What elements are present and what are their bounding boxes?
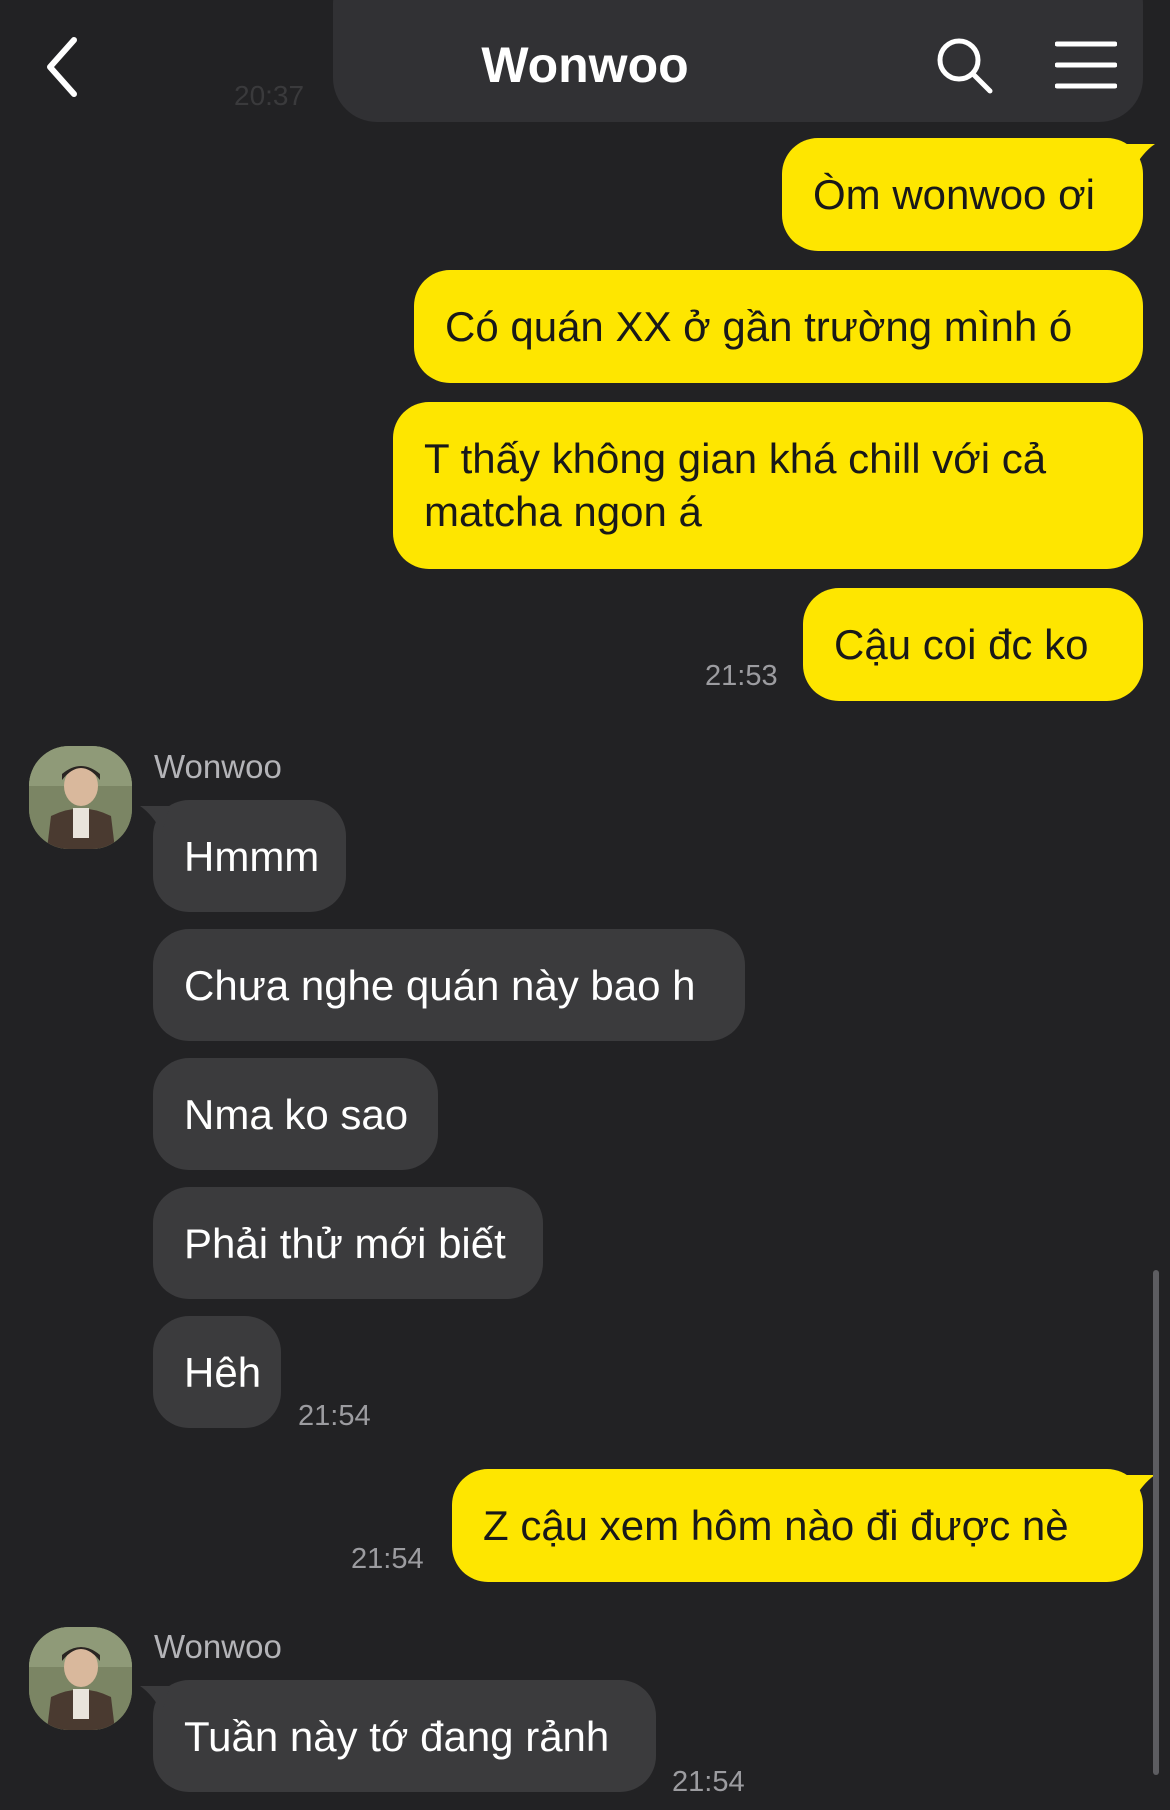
incoming-message[interactable]: Phải thử mới biết xyxy=(153,1187,543,1299)
chat-title[interactable]: Wonwoo xyxy=(440,36,730,94)
avatar[interactable] xyxy=(29,1627,132,1730)
timestamp: 21:54 xyxy=(351,1543,424,1575)
incoming-message[interactable]: Hmmm xyxy=(140,800,346,912)
message-text: Cậu coi đc ko xyxy=(834,621,1089,668)
scrollbar[interactable] xyxy=(1153,1270,1159,1775)
bubble-tail xyxy=(140,1686,170,1712)
outgoing-message[interactable]: Z cậu xem hôm nào đi được nè xyxy=(452,1469,1155,1582)
message-text: Chưa nghe quán này bao h xyxy=(184,961,696,1009)
sender-name: Wonwoo xyxy=(154,748,282,785)
bubble-tail xyxy=(1125,144,1155,170)
avatar-photo xyxy=(29,746,132,849)
avatar[interactable] xyxy=(29,746,132,849)
message-text: Hmmm xyxy=(184,832,320,880)
incoming-message[interactable]: Chưa nghe quán này bao h xyxy=(153,929,745,1041)
outgoing-message[interactable]: Cậu coi đc ko xyxy=(803,588,1143,701)
outgoing-message[interactable]: T thấy không gian khá chill với cả match… xyxy=(393,402,1143,569)
message-text: Hêh xyxy=(184,1348,262,1396)
menu-icon[interactable] xyxy=(1055,40,1117,90)
sender-name: Wonwoo xyxy=(154,1628,282,1665)
back-icon[interactable] xyxy=(40,32,90,102)
incoming-message[interactable]: Nma ko sao xyxy=(153,1058,438,1170)
timestamp: 21:54 xyxy=(672,1766,745,1798)
message-text: Z cậu xem hôm nào đi được nè xyxy=(483,1502,1069,1549)
search-icon[interactable] xyxy=(935,36,995,96)
message-text: Nma ko sao xyxy=(184,1090,409,1138)
outgoing-message[interactable]: Có quán XX ở gần trường mình ó xyxy=(414,270,1143,383)
faded-timestamp: 20:37 xyxy=(234,80,305,111)
avatar-photo xyxy=(29,1627,132,1730)
message-text: Phải thử mới biết xyxy=(184,1219,506,1267)
incoming-message[interactable]: Tuần này tớ đang rảnh xyxy=(140,1680,656,1792)
incoming-message[interactable]: Hêh xyxy=(153,1316,281,1428)
timestamp: 21:54 xyxy=(298,1400,371,1432)
message-text: Òm wonwoo ơi xyxy=(813,171,1095,218)
outgoing-message[interactable]: Òm wonwoo ơi xyxy=(782,138,1155,251)
bubble-tail xyxy=(1125,1475,1155,1501)
message-text: T thấy không gian khá chill với cả match… xyxy=(424,435,1047,535)
message-text: Có quán XX ở gần trường mình ó xyxy=(445,303,1073,350)
bubble-tail xyxy=(140,806,170,832)
timestamp: 21:53 xyxy=(705,660,778,692)
message-text: Tuần này tớ đang rảnh xyxy=(184,1712,610,1760)
